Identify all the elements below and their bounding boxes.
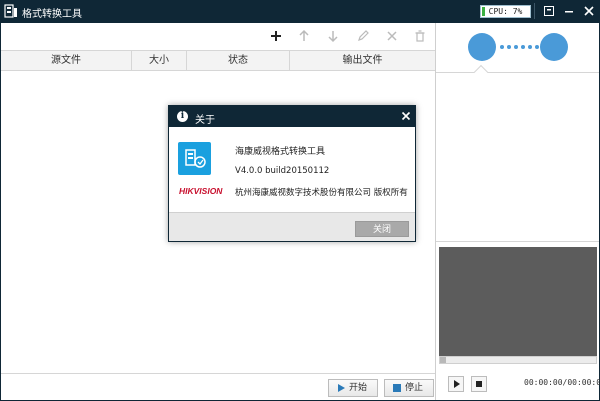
cpu-label: CPU: 7% — [488, 7, 523, 16]
bottom-bar: 开始 停止 — [1, 373, 435, 400]
title-bar: 格式转换工具 CPU: 7% — [0, 0, 600, 23]
video-preview[interactable] — [439, 247, 597, 356]
flow-dot — [514, 45, 518, 49]
target-node — [540, 33, 568, 61]
move-down-icon[interactable] — [326, 29, 340, 43]
close-icon[interactable] — [582, 4, 596, 18]
start-label: 开始 — [349, 383, 368, 393]
play-button[interactable] — [448, 376, 464, 392]
toolbar — [1, 23, 435, 50]
app-title: 格式转换工具 — [22, 9, 82, 20]
conversion-flow — [436, 23, 599, 73]
flow-dot — [500, 45, 504, 49]
brand-logo: HIKVISION — [179, 186, 223, 196]
stop-button[interactable]: 停止 — [384, 379, 434, 397]
play-icon — [338, 384, 345, 392]
about-dialog: i 关于 海康威视格式转换工具 V4.0.0 build20150112 HIK… — [168, 105, 416, 242]
progress-knob[interactable] — [440, 357, 446, 363]
dialog-title: 关于 — [195, 115, 215, 126]
menu-icon[interactable] — [542, 4, 556, 18]
edit-icon[interactable] — [356, 29, 370, 43]
column-header-source[interactable]: 源文件 — [1, 51, 132, 70]
divider — [436, 241, 599, 242]
source-node — [468, 33, 496, 61]
playback-progress[interactable] — [439, 356, 597, 364]
copyright-text: 杭州海康威视数字技术股份有限公司 版权所有 — [235, 188, 408, 198]
titlebar-separator — [534, 3, 535, 19]
app-icon — [4, 4, 17, 18]
stop-icon — [393, 384, 401, 392]
dialog-close-button[interactable]: 关闭 — [355, 221, 409, 237]
add-icon[interactable] — [269, 29, 283, 43]
playback-time: 00:00:00/00:00:00 — [524, 378, 600, 387]
cpu-indicator: CPU: 7% — [480, 5, 531, 18]
dialog-close-icon[interactable] — [399, 109, 413, 123]
stop-playback-button[interactable] — [471, 376, 487, 392]
play-icon — [454, 380, 460, 388]
column-header-status[interactable]: 状态 — [187, 51, 290, 70]
product-name: 海康威视格式转换工具 — [235, 147, 326, 157]
stop-icon — [476, 381, 482, 387]
preview-panel: 00:00:00/00:00:00 — [435, 23, 600, 400]
cpu-bar — [482, 7, 485, 16]
remove-icon[interactable] — [385, 29, 399, 43]
info-icon: i — [177, 111, 188, 122]
dialog-title-bar: i 关于 — [169, 106, 415, 127]
flow-dot — [528, 45, 532, 49]
flow-dot — [535, 45, 539, 49]
flow-dot — [521, 45, 525, 49]
divider — [436, 72, 599, 73]
dialog-footer: 关闭 — [169, 212, 415, 241]
move-up-icon[interactable] — [297, 29, 311, 43]
table-header: 源文件 大小 状态 输出文件 — [1, 50, 435, 71]
start-button[interactable]: 开始 — [328, 379, 378, 397]
column-header-output[interactable]: 输出文件 — [290, 51, 435, 70]
delete-icon[interactable] — [413, 29, 427, 43]
product-version: V4.0.0 build20150112 — [235, 166, 330, 176]
stop-label: 停止 — [405, 383, 424, 393]
column-header-size[interactable]: 大小 — [132, 51, 187, 70]
flow-dot — [507, 45, 511, 49]
minimize-icon[interactable] — [562, 4, 576, 18]
product-logo-icon — [178, 142, 211, 175]
